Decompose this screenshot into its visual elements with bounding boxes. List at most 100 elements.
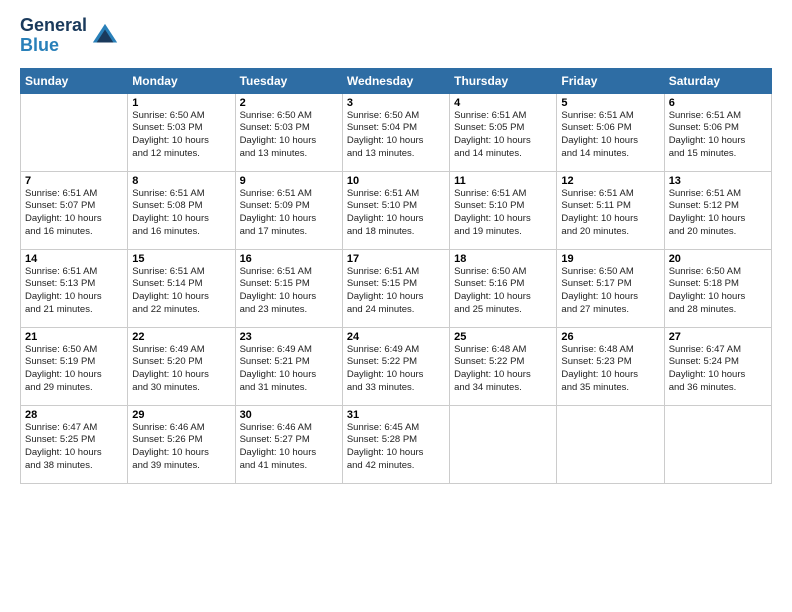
day-number: 12 <box>561 175 659 187</box>
col-header-wednesday: Wednesday <box>342 68 449 93</box>
day-number: 29 <box>132 409 230 421</box>
day-cell <box>557 405 664 483</box>
day-cell: 17Sunrise: 6:51 AM Sunset: 5:15 PM Dayli… <box>342 249 449 327</box>
day-cell: 25Sunrise: 6:48 AM Sunset: 5:22 PM Dayli… <box>450 327 557 405</box>
col-header-friday: Friday <box>557 68 664 93</box>
day-number: 30 <box>240 409 338 421</box>
day-info: Sunrise: 6:50 AM Sunset: 5:03 PM Dayligh… <box>132 110 230 161</box>
day-cell: 26Sunrise: 6:48 AM Sunset: 5:23 PM Dayli… <box>557 327 664 405</box>
day-info: Sunrise: 6:51 AM Sunset: 5:06 PM Dayligh… <box>561 110 659 161</box>
day-number: 6 <box>669 97 767 109</box>
day-number: 9 <box>240 175 338 187</box>
day-number: 24 <box>347 331 445 343</box>
col-header-tuesday: Tuesday <box>235 68 342 93</box>
week-row-2: 7Sunrise: 6:51 AM Sunset: 5:07 PM Daylig… <box>21 171 772 249</box>
day-info: Sunrise: 6:51 AM Sunset: 5:09 PM Dayligh… <box>240 188 338 239</box>
day-info: Sunrise: 6:51 AM Sunset: 5:10 PM Dayligh… <box>347 188 445 239</box>
day-info: Sunrise: 6:50 AM Sunset: 5:18 PM Dayligh… <box>669 266 767 317</box>
day-number: 10 <box>347 175 445 187</box>
logo-icon <box>91 22 119 50</box>
day-info: Sunrise: 6:48 AM Sunset: 5:22 PM Dayligh… <box>454 344 552 395</box>
calendar-container: GeneralBlue SundayMondayTuesdayWednesday… <box>0 0 792 494</box>
day-cell: 24Sunrise: 6:49 AM Sunset: 5:22 PM Dayli… <box>342 327 449 405</box>
day-number: 18 <box>454 253 552 265</box>
day-cell: 21Sunrise: 6:50 AM Sunset: 5:19 PM Dayli… <box>21 327 128 405</box>
day-cell: 18Sunrise: 6:50 AM Sunset: 5:16 PM Dayli… <box>450 249 557 327</box>
day-cell: 16Sunrise: 6:51 AM Sunset: 5:15 PM Dayli… <box>235 249 342 327</box>
day-info: Sunrise: 6:51 AM Sunset: 5:15 PM Dayligh… <box>347 266 445 317</box>
day-cell: 29Sunrise: 6:46 AM Sunset: 5:26 PM Dayli… <box>128 405 235 483</box>
day-cell: 14Sunrise: 6:51 AM Sunset: 5:13 PM Dayli… <box>21 249 128 327</box>
day-info: Sunrise: 6:51 AM Sunset: 5:10 PM Dayligh… <box>454 188 552 239</box>
day-info: Sunrise: 6:50 AM Sunset: 5:16 PM Dayligh… <box>454 266 552 317</box>
day-cell: 19Sunrise: 6:50 AM Sunset: 5:17 PM Dayli… <box>557 249 664 327</box>
day-number: 5 <box>561 97 659 109</box>
day-number: 15 <box>132 253 230 265</box>
day-cell: 28Sunrise: 6:47 AM Sunset: 5:25 PM Dayli… <box>21 405 128 483</box>
day-number: 17 <box>347 253 445 265</box>
day-number: 31 <box>347 409 445 421</box>
day-info: Sunrise: 6:51 AM Sunset: 5:07 PM Dayligh… <box>25 188 123 239</box>
logo: GeneralBlue <box>20 16 119 56</box>
column-headers: SundayMondayTuesdayWednesdayThursdayFrid… <box>21 68 772 93</box>
day-info: Sunrise: 6:51 AM Sunset: 5:15 PM Dayligh… <box>240 266 338 317</box>
day-cell: 8Sunrise: 6:51 AM Sunset: 5:08 PM Daylig… <box>128 171 235 249</box>
day-info: Sunrise: 6:48 AM Sunset: 5:23 PM Dayligh… <box>561 344 659 395</box>
day-cell: 31Sunrise: 6:45 AM Sunset: 5:28 PM Dayli… <box>342 405 449 483</box>
day-number: 20 <box>669 253 767 265</box>
col-header-monday: Monday <box>128 68 235 93</box>
day-number: 25 <box>454 331 552 343</box>
day-cell: 13Sunrise: 6:51 AM Sunset: 5:12 PM Dayli… <box>664 171 771 249</box>
day-info: Sunrise: 6:50 AM Sunset: 5:17 PM Dayligh… <box>561 266 659 317</box>
day-info: Sunrise: 6:49 AM Sunset: 5:22 PM Dayligh… <box>347 344 445 395</box>
day-number: 2 <box>240 97 338 109</box>
day-cell <box>664 405 771 483</box>
day-cell: 3Sunrise: 6:50 AM Sunset: 5:04 PM Daylig… <box>342 93 449 171</box>
day-number: 16 <box>240 253 338 265</box>
day-info: Sunrise: 6:51 AM Sunset: 5:11 PM Dayligh… <box>561 188 659 239</box>
calendar-body: 1Sunrise: 6:50 AM Sunset: 5:03 PM Daylig… <box>21 93 772 483</box>
day-cell: 30Sunrise: 6:46 AM Sunset: 5:27 PM Dayli… <box>235 405 342 483</box>
day-info: Sunrise: 6:47 AM Sunset: 5:24 PM Dayligh… <box>669 344 767 395</box>
logo-text: GeneralBlue <box>20 16 87 56</box>
day-cell: 4Sunrise: 6:51 AM Sunset: 5:05 PM Daylig… <box>450 93 557 171</box>
day-number: 28 <box>25 409 123 421</box>
week-row-4: 21Sunrise: 6:50 AM Sunset: 5:19 PM Dayli… <box>21 327 772 405</box>
day-cell: 2Sunrise: 6:50 AM Sunset: 5:03 PM Daylig… <box>235 93 342 171</box>
day-info: Sunrise: 6:47 AM Sunset: 5:25 PM Dayligh… <box>25 422 123 473</box>
day-cell <box>450 405 557 483</box>
day-cell: 22Sunrise: 6:49 AM Sunset: 5:20 PM Dayli… <box>128 327 235 405</box>
day-cell <box>21 93 128 171</box>
day-number: 1 <box>132 97 230 109</box>
day-number: 8 <box>132 175 230 187</box>
day-cell: 11Sunrise: 6:51 AM Sunset: 5:10 PM Dayli… <box>450 171 557 249</box>
calendar-table: SundayMondayTuesdayWednesdayThursdayFrid… <box>20 68 772 484</box>
week-row-1: 1Sunrise: 6:50 AM Sunset: 5:03 PM Daylig… <box>21 93 772 171</box>
day-cell: 27Sunrise: 6:47 AM Sunset: 5:24 PM Dayli… <box>664 327 771 405</box>
day-number: 11 <box>454 175 552 187</box>
day-number: 26 <box>561 331 659 343</box>
day-cell: 12Sunrise: 6:51 AM Sunset: 5:11 PM Dayli… <box>557 171 664 249</box>
day-info: Sunrise: 6:50 AM Sunset: 5:19 PM Dayligh… <box>25 344 123 395</box>
day-number: 7 <box>25 175 123 187</box>
day-cell: 7Sunrise: 6:51 AM Sunset: 5:07 PM Daylig… <box>21 171 128 249</box>
col-header-thursday: Thursday <box>450 68 557 93</box>
day-info: Sunrise: 6:49 AM Sunset: 5:20 PM Dayligh… <box>132 344 230 395</box>
day-number: 19 <box>561 253 659 265</box>
day-number: 4 <box>454 97 552 109</box>
day-info: Sunrise: 6:46 AM Sunset: 5:26 PM Dayligh… <box>132 422 230 473</box>
col-header-sunday: Sunday <box>21 68 128 93</box>
day-number: 13 <box>669 175 767 187</box>
day-info: Sunrise: 6:46 AM Sunset: 5:27 PM Dayligh… <box>240 422 338 473</box>
week-row-5: 28Sunrise: 6:47 AM Sunset: 5:25 PM Dayli… <box>21 405 772 483</box>
day-info: Sunrise: 6:51 AM Sunset: 5:12 PM Dayligh… <box>669 188 767 239</box>
day-number: 27 <box>669 331 767 343</box>
day-info: Sunrise: 6:51 AM Sunset: 5:14 PM Dayligh… <box>132 266 230 317</box>
day-number: 23 <box>240 331 338 343</box>
day-cell: 1Sunrise: 6:50 AM Sunset: 5:03 PM Daylig… <box>128 93 235 171</box>
day-info: Sunrise: 6:45 AM Sunset: 5:28 PM Dayligh… <box>347 422 445 473</box>
day-info: Sunrise: 6:51 AM Sunset: 5:06 PM Dayligh… <box>669 110 767 161</box>
day-number: 3 <box>347 97 445 109</box>
col-header-saturday: Saturday <box>664 68 771 93</box>
day-cell: 23Sunrise: 6:49 AM Sunset: 5:21 PM Dayli… <box>235 327 342 405</box>
